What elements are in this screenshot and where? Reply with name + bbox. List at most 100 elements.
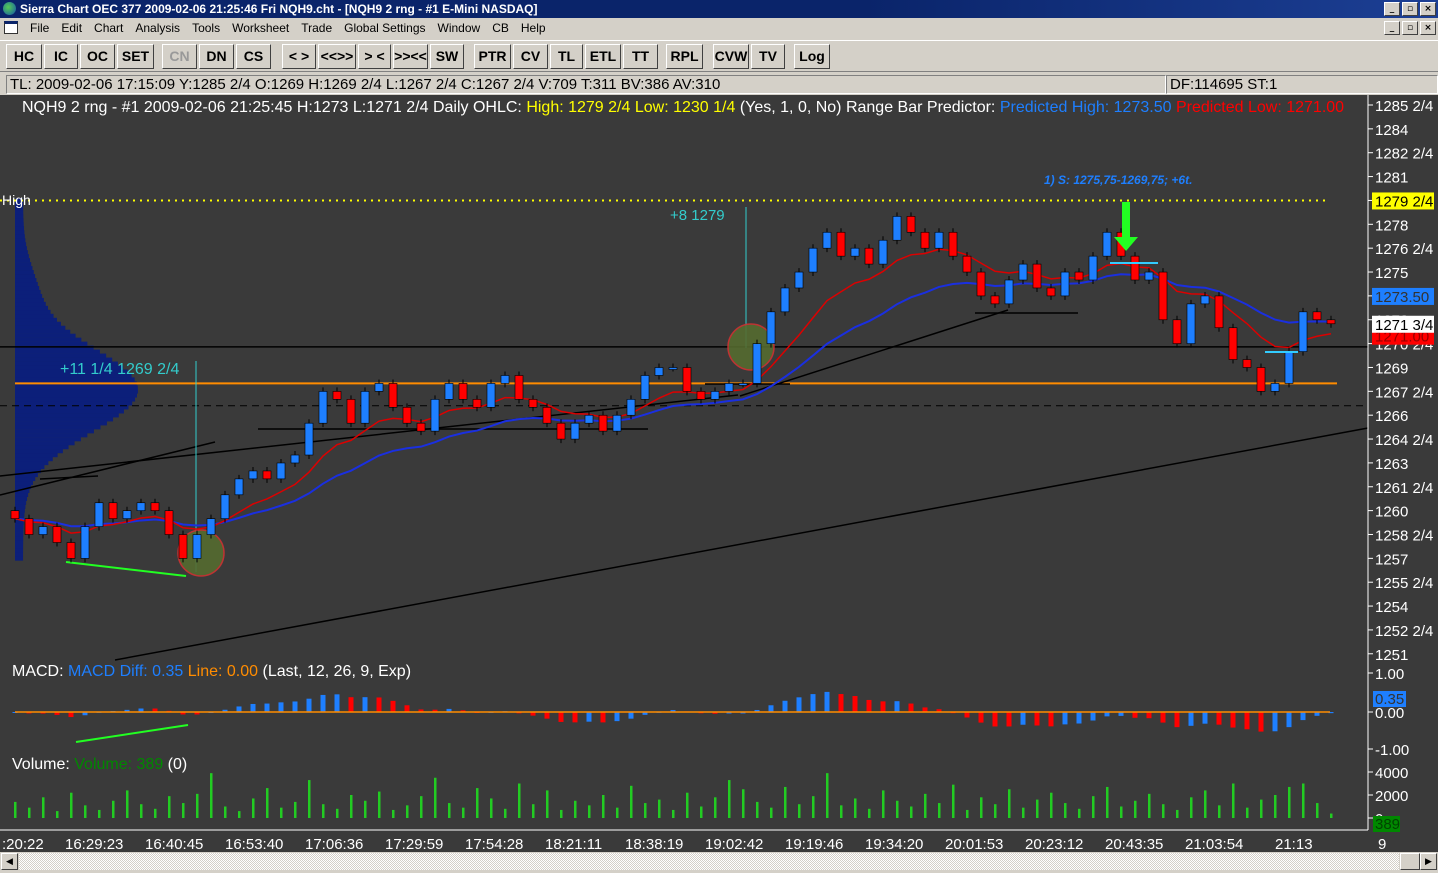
scroll-right-button[interactable]: ▶	[1420, 853, 1437, 870]
volume-profile-bar	[15, 492, 29, 497]
volume-bar	[1022, 807, 1025, 818]
macd-bar	[236, 706, 242, 712]
volume-bar	[168, 796, 171, 818]
volume-profile-bar	[15, 353, 107, 358]
candle-body	[248, 470, 258, 480]
volume-profile-bar	[15, 250, 28, 255]
volume-profile-bar	[15, 218, 24, 223]
volume-bar	[826, 773, 829, 818]
toolbar-button-[interactable]: < >	[282, 44, 316, 69]
macd-bar	[614, 712, 620, 722]
macd-bar	[880, 701, 886, 712]
macd-label: MACD:	[12, 663, 64, 680]
volume-bar	[672, 809, 675, 818]
toolbar-button-log[interactable]: Log	[794, 44, 830, 69]
volume-bar	[756, 801, 759, 818]
toolbar-button-hc[interactable]: HC	[6, 44, 42, 69]
volume-bar	[238, 811, 241, 818]
toolbar-button-cvw[interactable]: CVW	[713, 44, 749, 69]
macd-bar	[1090, 712, 1096, 721]
volume-profile-bar	[15, 552, 24, 557]
time-axis-label: 19:02:42	[705, 836, 763, 852]
toolbar-button-tl[interactable]: TL	[550, 44, 583, 69]
toolbar-button-set[interactable]: SET	[117, 44, 154, 69]
menu-window[interactable]: Window	[432, 18, 487, 38]
menu-analysis[interactable]: Analysis	[129, 18, 186, 38]
volume-profile-bar	[15, 433, 88, 438]
toolbar-button-[interactable]: > <	[358, 44, 391, 69]
toolbar-button-etl[interactable]: ETL	[585, 44, 621, 69]
child-close-button[interactable]: ×	[1420, 21, 1436, 35]
candle-body	[276, 462, 286, 480]
toolbar-button-cv[interactable]: CV	[513, 44, 548, 69]
menu-file[interactable]: File	[24, 18, 55, 38]
macd-bar	[810, 694, 816, 712]
menu-edit[interactable]: Edit	[55, 18, 88, 38]
toolbar-button-[interactable]: <<>>	[318, 44, 356, 69]
horizontal-scrollbar[interactable]: ◀ ▶	[0, 852, 1438, 873]
volume-profile-bar	[15, 246, 27, 251]
candle-body	[38, 526, 48, 535]
toolbar-button-ptr[interactable]: PTR	[474, 44, 511, 69]
time-axis-label: 20:01:53	[945, 836, 1003, 852]
toolbar-button-dn[interactable]: DN	[199, 44, 234, 69]
volume-bar	[854, 798, 857, 818]
child-restore-button[interactable]: ▫	[1402, 21, 1418, 35]
document-icon[interactable]	[4, 21, 18, 34]
close-button[interactable]: ×	[1420, 2, 1436, 16]
toolbar-button-cn[interactable]: CN	[162, 44, 197, 69]
toolbar-button-cs[interactable]: CS	[236, 44, 271, 69]
price-axis-label: 1282 2/4	[1375, 146, 1433, 163]
menu-global-settings[interactable]: Global Settings	[338, 18, 431, 38]
volume-bar	[966, 809, 969, 818]
menu-help[interactable]: Help	[515, 18, 552, 38]
time-axis-extra: 9	[1378, 836, 1386, 852]
volume-bar	[1246, 807, 1249, 818]
toolbar-button-[interactable]: >><<	[393, 44, 428, 69]
minimize-button[interactable]: _	[1384, 2, 1400, 16]
candle-body	[626, 399, 636, 416]
toolbar-button-ic[interactable]: IC	[44, 44, 78, 69]
move-label-1: +11 1/4 1269 2/4	[60, 361, 180, 378]
volume-profile-bar	[15, 460, 49, 466]
child-minimize-button[interactable]: _	[1384, 21, 1400, 35]
candle-body	[528, 399, 538, 408]
menu-tools[interactable]: Tools	[186, 18, 226, 38]
volume-bar	[406, 805, 409, 818]
volume-profile-bar	[15, 417, 114, 422]
volume-bar	[504, 808, 507, 818]
macd-bar	[1230, 712, 1236, 728]
volume-profile-bar	[15, 409, 124, 414]
volume-profile-bar	[15, 544, 24, 549]
menu-trade[interactable]: Trade	[295, 18, 338, 38]
toolbar-button-tv[interactable]: TV	[751, 44, 785, 69]
volume-profile-bar	[15, 425, 101, 430]
macd-diff: MACD Diff: 0.35	[68, 663, 184, 680]
volume-profile-bar	[15, 313, 54, 319]
macd-bar	[894, 701, 900, 712]
volume-bar	[14, 801, 17, 818]
volume-bar	[574, 800, 577, 818]
menu-chart[interactable]: Chart	[88, 18, 129, 38]
candle-body	[710, 391, 720, 400]
candle-body	[1102, 231, 1112, 257]
toolbar-button-tt[interactable]: TT	[623, 44, 658, 69]
scroll-left-button[interactable]: ◀	[1, 853, 18, 870]
menu-cb[interactable]: CB	[486, 18, 515, 38]
scroll-track[interactable]	[19, 853, 1399, 870]
volume-profile-bar	[15, 321, 61, 326]
candle-body	[514, 375, 524, 400]
chart-area[interactable]: 1285 2/4 1284 1282 2/4 1281 1279 2/4 1278 1276…	[0, 95, 1438, 852]
menu-worksheet[interactable]: Worksheet	[226, 18, 295, 38]
candle-body	[192, 534, 202, 559]
macd-bar	[278, 702, 284, 712]
restore-button[interactable]: ▫	[1402, 2, 1418, 16]
candle-body	[94, 502, 104, 527]
toolbar-button-oc[interactable]: OC	[80, 44, 115, 69]
toolbar-button-sw[interactable]: SW	[430, 44, 464, 69]
toolbar-button-rpl[interactable]: RPL	[666, 44, 703, 69]
macd-bar	[782, 700, 788, 712]
scroll-thumb[interactable]	[1400, 853, 1420, 870]
candle-body	[612, 414, 622, 432]
candle-body	[1326, 319, 1336, 325]
